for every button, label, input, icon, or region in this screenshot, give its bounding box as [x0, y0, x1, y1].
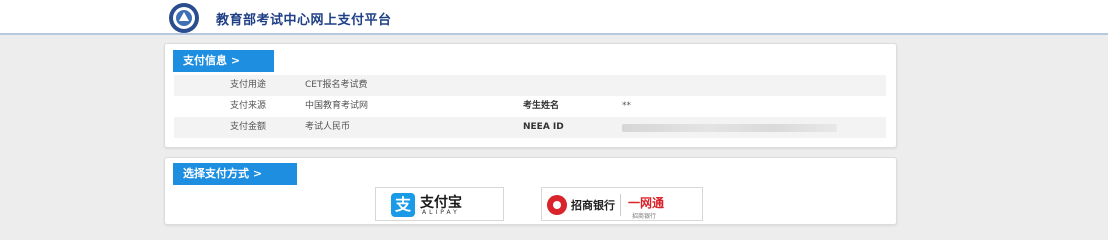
site-header: 教育部考试中心网上支付平台 [0, 0, 1108, 35]
payment-method-section-title: 选择支付方式 > [173, 163, 297, 185]
bank-name: 招商银行 [571, 199, 615, 212]
payment-info-section-title: 支付信息 > [173, 50, 274, 72]
payment-info-panel: 支付信息 > 支付用途 CET报名考试费 支付来源 中国教育考试网 考生姓名 *… [164, 43, 897, 148]
row-label-secondary: 考生姓名 [523, 101, 560, 111]
exam-center-logo-icon [169, 3, 199, 33]
table-row: 支付来源 中国教育考试网 考生姓名 ** [174, 96, 886, 117]
neea-id-masked-value [622, 124, 837, 132]
table-row: 支付用途 CET报名考试费 [174, 75, 886, 96]
row-value: 中国教育考试网 [305, 101, 369, 111]
alipay-subtitle: ALIPAY [422, 209, 460, 216]
site-title: 教育部考试中心网上支付平台 [216, 13, 392, 28]
bank-subtitle: 招商银行 [632, 213, 657, 220]
row-label: 支付用途 [230, 80, 267, 90]
row-label-secondary: NEEA ID [523, 122, 564, 132]
row-value: 考试人民币 [305, 122, 351, 132]
table-row: 支付金额 考试人民币 NEEA ID [174, 117, 886, 138]
cmb-bank-button[interactable]: 招商银行 一网通 招商银行 [541, 187, 703, 221]
row-label: 支付金额 [230, 122, 267, 132]
candidate-name-value: ** [622, 101, 631, 111]
alipay-icon: 支 [391, 193, 415, 217]
divider [620, 194, 621, 216]
bank-product-name: 一网通 [628, 196, 665, 210]
alipay-button[interactable]: 支 支付宝 ALIPAY [375, 187, 504, 221]
row-value: CET报名考试费 [305, 80, 368, 90]
cmb-icon [547, 195, 567, 215]
row-label: 支付来源 [230, 101, 267, 111]
payment-method-panel: 选择支付方式 > 支 支付宝 ALIPAY 招商银行 一网通 招商银行 [164, 157, 897, 225]
